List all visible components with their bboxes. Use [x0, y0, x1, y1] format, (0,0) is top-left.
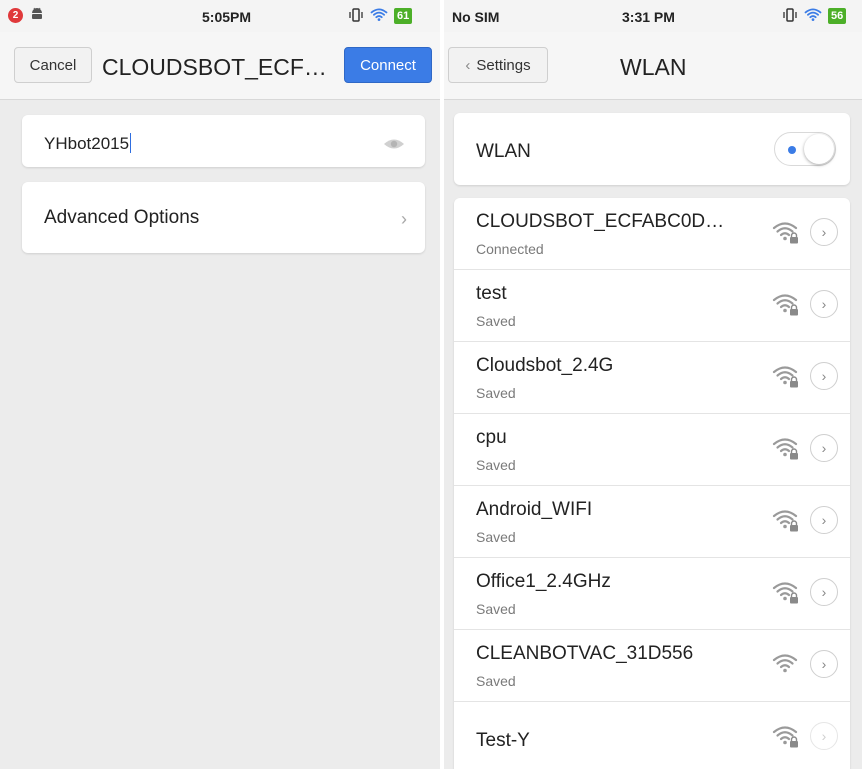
page-title: WLAN	[620, 54, 687, 80]
status-time: 3:31 PM	[622, 9, 675, 25]
network-details-button[interactable]: ›	[810, 722, 838, 750]
wifi-lock-icon	[772, 364, 798, 391]
network-row[interactable]: cpu Saved ›	[454, 414, 850, 486]
notification-badge: 2	[8, 8, 23, 23]
network-ssid: Office1_2.4GHz	[476, 571, 611, 592]
network-ssid: Android_WIFI	[476, 499, 593, 520]
eye-icon[interactable]	[383, 137, 405, 155]
password-field[interactable]: YHbot2015	[22, 115, 425, 167]
wifi-status-icon	[370, 7, 388, 25]
network-details-button[interactable]: ›	[810, 578, 838, 606]
wifi-lock-icon	[772, 292, 798, 319]
network-ssid: cpu	[476, 427, 507, 448]
vibrate-icon	[782, 7, 798, 25]
network-details-button[interactable]: ›	[810, 434, 838, 462]
wlan-toggle[interactable]	[774, 132, 836, 166]
wifi-password-screen: 2 5:05PM 61 Cancel CLOUDSBOT_ECF… Connec…	[0, 0, 440, 769]
wlan-toggle-row: WLAN	[454, 113, 850, 185]
password-input[interactable]: YHbot2015	[44, 133, 132, 154]
network-details-button[interactable]: ›	[810, 218, 838, 246]
back-label: Settings	[476, 56, 531, 74]
status-time: 5:05PM	[202, 9, 252, 25]
network-details-button[interactable]: ›	[810, 506, 838, 534]
network-ssid: test	[476, 283, 507, 304]
status-bar: No SIM 3:31 PM 56	[444, 0, 862, 32]
status-bar: 2 5:05PM 61	[0, 0, 440, 32]
battery-level: 61	[394, 8, 413, 24]
nav-bar: Cancel CLOUDSBOT_ECF… Connect	[0, 32, 440, 100]
chevron-right-icon: ›	[401, 209, 407, 229]
network-status: Saved	[476, 313, 516, 329]
connect-button[interactable]: Connect	[344, 47, 432, 83]
wifi-lock-icon	[772, 580, 798, 607]
vibrate-icon	[348, 7, 364, 25]
network-row[interactable]: CLOUDSBOT_ECFABC0D… Connected ›	[454, 198, 850, 270]
network-ssid: CLOUDSBOT_ECFABC0D…	[476, 211, 725, 232]
network-status: Saved	[476, 385, 516, 401]
wifi-status-icon	[804, 7, 822, 25]
network-ssid: Cloudsbot_2.4G	[476, 355, 614, 376]
network-status: Saved	[476, 601, 516, 617]
network-list: CLOUDSBOT_ECFABC0D… Connected › test Saved › C…	[454, 198, 850, 769]
wifi-icon	[772, 652, 798, 679]
network-title: CLOUDSBOT_ECF…	[102, 54, 327, 80]
text-cursor	[130, 133, 132, 153]
toggle-knob	[804, 134, 834, 164]
network-details-button[interactable]: ›	[810, 290, 838, 318]
wifi-lock-icon	[772, 508, 798, 535]
cancel-button[interactable]: Cancel	[14, 47, 92, 83]
network-row[interactable]: CLEANBOTVAC_31D556 Saved ›	[454, 630, 850, 702]
carrier-label: No SIM	[452, 9, 500, 25]
network-details-button[interactable]: ›	[810, 650, 838, 678]
chevron-left-icon: ‹	[465, 56, 471, 74]
advanced-options-label: Advanced Options	[44, 207, 200, 228]
wlan-label: WLAN	[476, 141, 531, 162]
network-status: Connected	[476, 241, 544, 257]
nav-bar: ‹ Settings WLAN	[444, 32, 862, 100]
network-ssid: Test-Y	[476, 730, 530, 751]
network-details-button[interactable]: ›	[810, 362, 838, 390]
network-row[interactable]: Android_WIFI Saved ›	[454, 486, 850, 558]
battery-level: 56	[828, 8, 847, 24]
wlan-settings-screen: No SIM 3:31 PM 56 ‹ Settings WLAN WLAN C…	[444, 0, 862, 769]
network-status: Saved	[476, 529, 516, 545]
network-row[interactable]: Office1_2.4GHz Saved ›	[454, 558, 850, 630]
back-button[interactable]: ‹ Settings	[448, 47, 548, 83]
wifi-lock-icon	[772, 436, 798, 463]
wifi-lock-icon	[772, 724, 798, 751]
network-status: Saved	[476, 673, 516, 689]
network-row[interactable]: test Saved ›	[454, 270, 850, 342]
wifi-lock-icon	[772, 220, 798, 247]
network-row[interactable]: Cloudsbot_2.4G Saved ›	[454, 342, 850, 414]
network-ssid: CLEANBOTVAC_31D556	[476, 643, 694, 664]
advanced-options-row[interactable]: Advanced Options ›	[22, 182, 425, 253]
network-status: Saved	[476, 457, 516, 473]
network-row[interactable]: Test-Y ›	[454, 702, 850, 769]
toggle-indicator	[788, 146, 796, 154]
android-icon	[31, 7, 43, 24]
